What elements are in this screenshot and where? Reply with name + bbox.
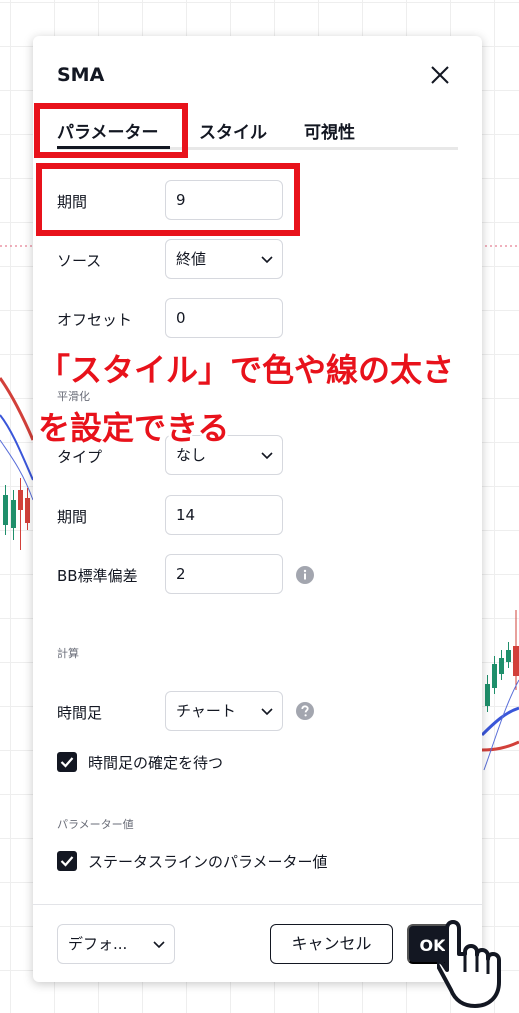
calculation-section-label: 計算 <box>57 647 79 660</box>
timeframe-label: 時間足 <box>57 704 103 722</box>
sma-settings-dialog: SMA パラメーター スタイル 可視性 期間 9 ソース 終値 オフセット 0 … <box>33 36 482 982</box>
period-label: 期間 <box>57 193 88 211</box>
smoothing-period-label: 期間 <box>57 508 88 526</box>
chevron-down-icon <box>153 941 165 949</box>
bb-std-label: BB標準偏差 <box>57 567 138 585</box>
smoothing-period-input[interactable]: 14 <box>165 495 283 535</box>
sma-red-line-left <box>0 377 35 441</box>
tab-visibility[interactable]: 可視性 <box>304 118 355 143</box>
source-select[interactable]: 終値 <box>165 239 283 279</box>
timeframe-value: チャート <box>176 702 236 720</box>
status-line-checkbox[interactable] <box>57 851 77 871</box>
tab-style[interactable]: スタイル <box>199 118 267 143</box>
dialog-title: SMA <box>57 64 105 86</box>
sma-red-line-right <box>481 740 519 752</box>
chevron-down-icon <box>261 708 273 716</box>
chevron-down-icon <box>261 256 273 264</box>
active-tab-underline <box>57 146 170 149</box>
candles-left <box>3 478 30 550</box>
sma-blue-line-right <box>480 706 519 737</box>
checkmark-icon <box>60 757 74 768</box>
help-icon[interactable] <box>296 702 314 720</box>
wait-close-checkbox[interactable] <box>57 752 77 772</box>
annotation-line-2: を設定できる <box>38 409 230 447</box>
close-icon[interactable] <box>427 62 453 88</box>
timeframe-select[interactable]: チャート <box>165 691 283 731</box>
candles-right <box>485 610 519 712</box>
smoothing-type-label: タイプ <box>57 448 103 466</box>
annotation-line-1: 「スタイル」で色や線の太さ <box>38 351 455 389</box>
offset-label: オフセット <box>57 311 133 329</box>
chevron-down-icon <box>261 452 273 460</box>
source-value: 終値 <box>176 250 207 268</box>
info-icon[interactable] <box>296 566 314 584</box>
defaults-label: デフォ... <box>68 935 128 953</box>
wait-close-label[interactable]: 時間足の確定を待つ <box>88 752 223 773</box>
param-values-section-label: パラメーター値 <box>57 818 134 831</box>
bb-std-input[interactable]: 2 <box>165 554 283 594</box>
defaults-dropdown[interactable]: デフォ... <box>57 924 175 964</box>
cancel-button[interactable]: キャンセル <box>270 924 393 964</box>
source-label: ソース <box>57 252 102 270</box>
period-input[interactable]: 9 <box>165 180 283 220</box>
hand-pointer-icon <box>437 920 501 1008</box>
status-line-label[interactable]: ステータスラインのパラメーター値 <box>88 851 328 872</box>
tab-parameters[interactable]: パラメーター <box>57 118 159 143</box>
checkmark-icon <box>60 856 74 867</box>
footer-divider <box>33 904 482 905</box>
offset-input[interactable]: 0 <box>165 298 283 338</box>
